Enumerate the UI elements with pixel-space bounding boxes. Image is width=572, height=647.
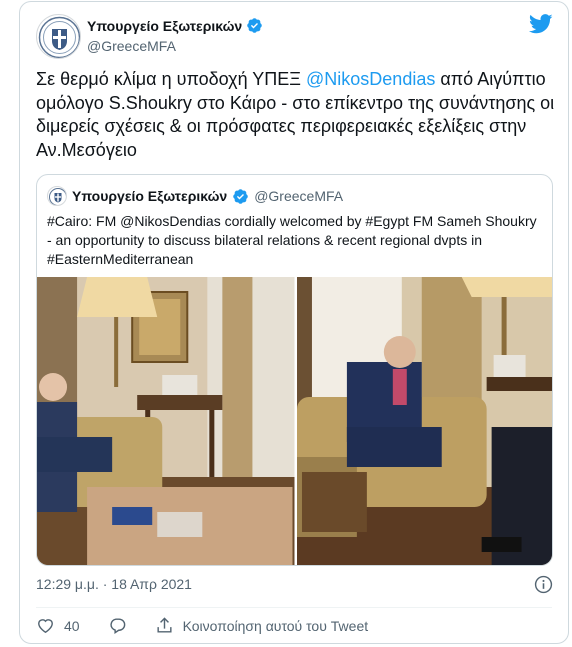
quoted-media-grid xyxy=(37,277,552,565)
author-handle[interactable]: @GreeceMFA xyxy=(87,38,176,54)
share-button[interactable]: Κοινοποίηση αυτού του Tweet xyxy=(155,616,369,635)
divider xyxy=(36,607,552,608)
reply-bubble-icon xyxy=(109,618,125,634)
heart-icon xyxy=(38,619,53,634)
tweet-text-pre: Σε θερμό κλίμα η υποδοχή ΥΠΕΞ xyxy=(36,69,307,89)
twitter-bird-icon[interactable] xyxy=(529,14,553,34)
quoted-author-name: Υπουργείο Εξωτερικών xyxy=(72,188,228,204)
author-avatar[interactable] xyxy=(36,14,81,59)
author-name-row[interactable]: Υπουργείο Εξωτερικών xyxy=(87,17,263,34)
quoted-author-handle: @GreeceMFA xyxy=(254,188,344,204)
share-label: Κοινοποίηση αυτού του Tweet xyxy=(182,617,369,634)
photo-left[interactable] xyxy=(37,277,295,565)
embedded-tweet-card: Υπουργείο Εξωτερικών @GreeceMFA Σε θερμό… xyxy=(19,1,569,644)
tweet-text: Σε θερμό κλίμα η υποδοχή ΥΠΕΞ @NikosDend… xyxy=(36,68,556,162)
quoted-tweet-header: Υπουργείο Εξωτερικών @GreeceMFA xyxy=(47,186,343,206)
share-icon xyxy=(157,617,172,633)
quoted-tweet[interactable]: Υπουργείο Εξωτερικών @GreeceMFA #Cairo: … xyxy=(36,174,553,566)
tweet-actions: 40 Κοινοποίηση αυτού του Tweet xyxy=(36,616,396,635)
mention-link[interactable]: @NikosDendias xyxy=(306,69,435,89)
author-name[interactable]: Υπουργείο Εξωτερικών xyxy=(87,18,242,34)
reply-button[interactable] xyxy=(108,616,127,635)
info-icon[interactable] xyxy=(534,575,553,594)
tweet-timestamp[interactable]: 12:29 μ.μ. · 18 Απρ 2021 xyxy=(36,576,192,592)
quoted-tweet-text: #Cairo: FM @NikosDendias cordially welco… xyxy=(47,213,537,267)
verified-badge-icon xyxy=(247,18,262,33)
photo-right[interactable] xyxy=(296,277,552,565)
quoted-author-avatar xyxy=(47,186,67,206)
like-button[interactable]: 40 xyxy=(36,616,80,635)
verified-badge-icon xyxy=(233,188,248,204)
like-count: 40 xyxy=(64,617,80,634)
